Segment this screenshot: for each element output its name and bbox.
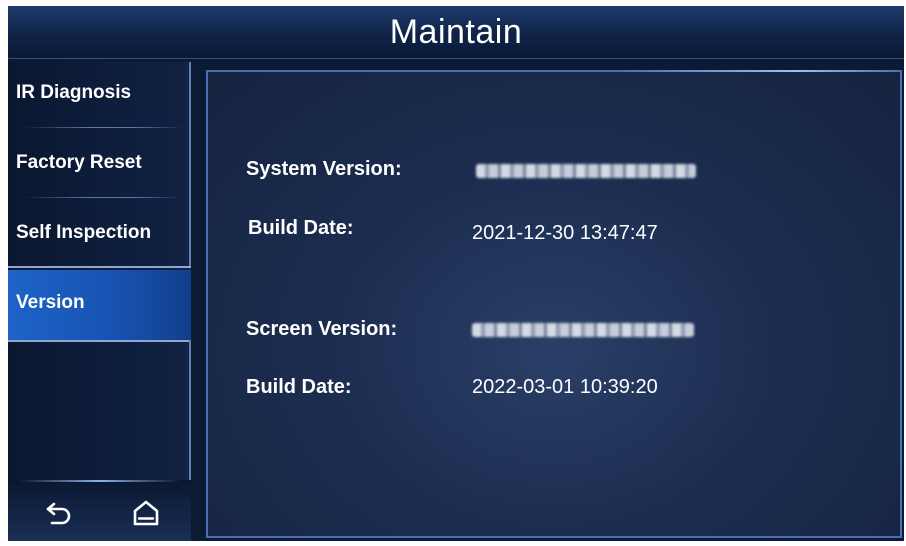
back-arrow-icon[interactable] [40,494,80,534]
screen-version-value-redacted [472,323,694,337]
sidebar-item-label: Version [16,292,85,313]
home-icon[interactable] [126,494,166,534]
panel-glow [208,70,900,72]
sidebar-item-self-inspection[interactable]: Self Inspection [8,202,191,268]
bottom-bar [8,480,191,541]
system-version-value-redacted [476,164,696,178]
bottom-bar-glow [18,480,181,482]
device-screen: Maintain IR Diagnosis Factory Reset Self… [8,6,904,541]
sidebar-frame-line [8,266,191,268]
sidebar: IR Diagnosis Factory Reset Self Inspecti… [8,62,191,480]
system-version-label: System Version: [246,158,402,180]
sidebar-item-ir-diagnosis[interactable]: IR Diagnosis [8,62,191,128]
version-panel: System Version: Build Date: 2021-12-30 1… [206,70,902,538]
sidebar-item-version[interactable]: Version [8,270,191,340]
sidebar-item-factory-reset[interactable]: Factory Reset [8,132,191,198]
title-bar: Maintain [8,6,904,59]
sidebar-item-label: Factory Reset [16,152,142,173]
sidebar-item-label: Self Inspection [16,222,152,243]
sidebar-frame-line [189,62,191,266]
screen-build-date-value: 2022-03-01 10:39:20 [472,376,658,398]
system-build-date-value: 2021-12-30 13:47:47 [472,222,658,244]
screen-build-date-label: Build Date: [246,376,352,398]
sidebar-item-label: IR Diagnosis [16,82,132,103]
sidebar-frame-line [8,340,191,342]
screen-version-label: Screen Version: [246,318,398,340]
sidebar-frame-line [189,340,191,480]
page-title: Maintain [389,13,523,51]
system-build-date-label: Build Date: [248,217,354,239]
